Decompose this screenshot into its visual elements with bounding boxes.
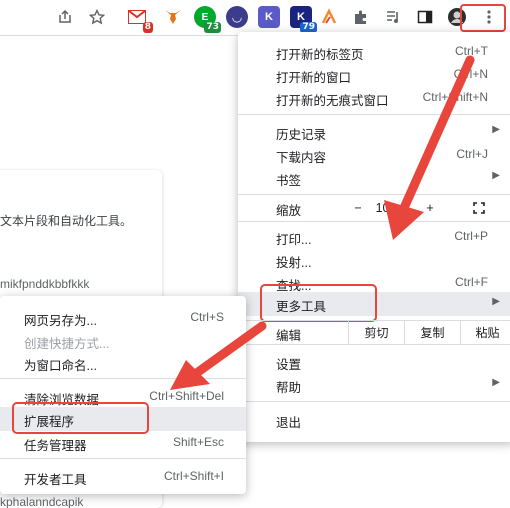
menu-label: 历史记录 (276, 128, 327, 142)
menu-label: 退出 (276, 416, 302, 430)
submenu-item-task-manager[interactable]: 任务管理器 Shift+Esc (0, 431, 246, 454)
submenu-item-name-window[interactable]: 为窗口命名... (0, 351, 246, 374)
menu-label: 为窗口命名... (24, 359, 97, 373)
menu-shortcut: Ctrl+Shift+Del (149, 389, 224, 403)
paste-button[interactable]: 粘贴 (460, 321, 510, 344)
k-extension-icon[interactable]: K (258, 6, 280, 28)
extension-id: mikfpnddkbbfkkk (0, 277, 90, 291)
menu-item-help[interactable]: 帮助 ▶ (238, 373, 510, 396)
menu-shortcut: Ctrl+N (453, 67, 488, 81)
menu-shortcut: Ctrl+F (455, 275, 488, 289)
menu-separator (238, 114, 510, 115)
menu-label: 创建快捷方式... (24, 337, 110, 351)
extensions-highlight (12, 402, 149, 434)
menu-item-exit[interactable]: 退出 (238, 408, 510, 431)
more-button-highlight (460, 4, 506, 32)
submenu-item-create-shortcut: 创建快捷方式... (0, 329, 246, 352)
chevron-right-icon: ▶ (492, 296, 500, 307)
sidepanel-icon[interactable] (414, 6, 436, 28)
evernote-icon[interactable]: E 73 (194, 6, 221, 33)
page-description: 文本片段和自动化工具。 (0, 214, 133, 228)
puzzle-icon[interactable] (350, 6, 372, 28)
menu-label: 帮助 (276, 381, 302, 395)
more-tools-submenu: 网页另存为... Ctrl+S 创建快捷方式... 为窗口命名... 清除浏览数… (0, 296, 246, 494)
music-icon[interactable] (382, 6, 404, 28)
evernote-badge: 73 (204, 22, 221, 33)
menu-shortcut: Ctrl+T (455, 44, 488, 58)
gmail-badge: 8 (142, 22, 153, 33)
menu-item-zoom: 缩放 − 100 + (238, 195, 510, 220)
menu-item-bookmarks[interactable]: 书签 ▶ (238, 166, 510, 189)
menu-item-downloads[interactable]: 下载内容 Ctrl+J (238, 143, 510, 166)
share-icon[interactable] (54, 6, 76, 28)
zoom-out-button[interactable]: − (346, 195, 370, 220)
menu-shortcut: Shift+Esc (172, 435, 224, 449)
menu-label: 打开新的标签页 (276, 48, 364, 62)
menu-shortcut: Ctrl+P (454, 229, 488, 243)
menu-shortcut: Ctrl+Shift+I (163, 469, 224, 483)
submenu-item-save-page[interactable]: 网页另存为... Ctrl+S (0, 306, 246, 329)
menu-label: 开发者工具 (24, 473, 87, 487)
menu-item-edit: 编辑 剪切 复制 粘贴 (238, 321, 510, 344)
menu-item-new-tab[interactable]: 打开新的标签页 Ctrl+T (238, 40, 510, 63)
menu-item-history[interactable]: 历史记录 ▶ (238, 120, 510, 143)
zoom-in-button[interactable]: + (418, 195, 442, 220)
menu-separator (0, 458, 246, 459)
fullscreen-icon[interactable] (464, 195, 494, 220)
chevron-right-icon: ▶ (492, 124, 500, 135)
star-icon[interactable] (86, 6, 108, 28)
menu-label: 投射... (276, 256, 312, 270)
menu-shortcut: Ctrl+Shift+N (422, 90, 488, 104)
menu-separator (238, 344, 510, 345)
chevron-right-icon: ▶ (492, 170, 500, 181)
menu-label: 书签 (276, 174, 302, 188)
menu-label: 网页另存为... (24, 314, 97, 328)
browser-toolbar: 8 E 73 ◡ K K 79 (0, 0, 510, 36)
menu-label: 打开新的无痕式窗口 (276, 94, 389, 108)
menu-item-incognito[interactable]: 打开新的无痕式窗口 Ctrl+Shift+N (238, 86, 510, 109)
gmail-icon[interactable]: 8 (126, 6, 153, 33)
metamask-icon[interactable] (162, 6, 184, 28)
menu-item-print[interactable]: 打印... Ctrl+P (238, 225, 510, 248)
menu-label: 缩放 (276, 204, 302, 218)
zoom-value: 100 (375, 200, 397, 215)
menu-label: 任务管理器 (24, 439, 87, 453)
menu-shortcut: Ctrl+J (456, 147, 488, 161)
menu-separator (238, 401, 510, 402)
menu-label: 下载内容 (276, 151, 327, 165)
menu-item-settings[interactable]: 设置 (238, 350, 510, 373)
menu-item-cast[interactable]: 投射... (238, 248, 510, 271)
extension-id-2: kphalanndcapik (0, 495, 84, 508)
menu-label: 设置 (276, 358, 302, 372)
menu-separator (0, 378, 246, 379)
copy-button[interactable]: 复制 (404, 321, 460, 344)
chevron-right-icon: ▶ (492, 377, 500, 388)
menu-label: 打开新的窗口 (276, 71, 352, 85)
submenu-item-dev-tools[interactable]: 开发者工具 Ctrl+Shift+I (0, 465, 246, 488)
menu-separator (238, 221, 510, 222)
chat-icon[interactable]: ◡ (226, 6, 248, 28)
chrome-main-menu: 打开新的标签页 Ctrl+T 打开新的窗口 Ctrl+N 打开新的无痕式窗口 C… (238, 32, 510, 442)
cut-button[interactable]: 剪切 (348, 321, 404, 344)
menu-item-new-window[interactable]: 打开新的窗口 Ctrl+N (238, 63, 510, 86)
more-tools-highlight (260, 284, 377, 322)
menu-label: 打印... (276, 233, 312, 247)
menu-label: 编辑 (276, 329, 302, 343)
k-extension-2-icon[interactable]: K 79 (290, 6, 317, 33)
x-extension-icon[interactable] (318, 6, 340, 28)
menu-shortcut: Ctrl+S (190, 310, 224, 324)
